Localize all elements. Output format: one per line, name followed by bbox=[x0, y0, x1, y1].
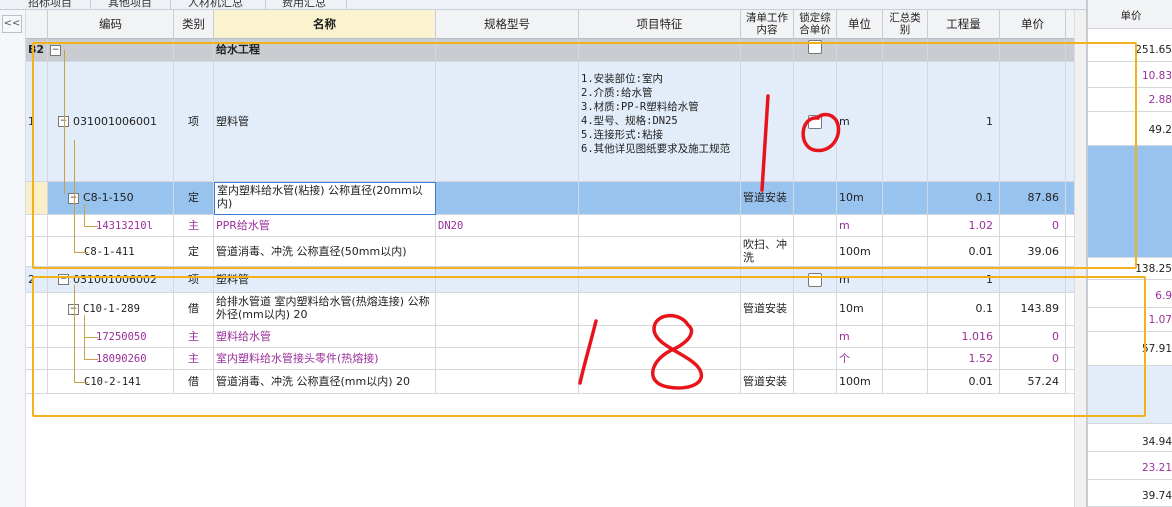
right-panel-value: 39.74 bbox=[1088, 484, 1172, 507]
tab-bidding-project[interactable]: 招标项目 bbox=[28, 0, 72, 9]
annotation-box-upper bbox=[32, 42, 1137, 269]
right-panel-value: 34.94 bbox=[1088, 430, 1172, 452]
tab-strip: 招标项目 其他项目 人材机汇总 费用汇总 bbox=[0, 0, 1090, 10]
handwritten-number-18 bbox=[578, 314, 703, 390]
header-feature[interactable]: 项目特征 bbox=[579, 10, 741, 39]
header-unit[interactable]: 单位 bbox=[837, 10, 883, 39]
header-name[interactable]: 名称 bbox=[214, 10, 436, 39]
tab-separator bbox=[170, 0, 171, 9]
right-panel-header: 单价 bbox=[1088, 0, 1172, 29]
header-work-content[interactable]: 清单工作内容 bbox=[741, 10, 794, 39]
header-lock-price[interactable]: 锁定综合单价 bbox=[794, 10, 837, 39]
tab-resource-summary[interactable]: 人材机汇总 bbox=[188, 0, 243, 9]
header-category[interactable]: 类别 bbox=[174, 10, 214, 39]
tab-fee-summary[interactable]: 费用汇总 bbox=[282, 0, 326, 9]
header-spec[interactable]: 规格型号 bbox=[436, 10, 579, 39]
header-summary-category[interactable]: 汇总类别 bbox=[883, 10, 928, 39]
right-panel-value: 23.21 bbox=[1088, 458, 1172, 480]
header-quantity[interactable]: 工程量 bbox=[928, 10, 1000, 39]
tab-separator bbox=[346, 0, 347, 9]
left-gutter bbox=[0, 10, 26, 507]
header-seq bbox=[26, 10, 48, 39]
tab-other-projects[interactable]: 其他项目 bbox=[108, 0, 152, 9]
handwritten-number-10 bbox=[760, 94, 841, 192]
tab-separator bbox=[265, 0, 266, 9]
header-unit-price[interactable]: 单价 bbox=[1000, 10, 1066, 39]
tab-separator bbox=[90, 0, 91, 9]
collapse-panel-icon[interactable]: << bbox=[2, 15, 22, 33]
header-code[interactable]: 编码 bbox=[48, 10, 174, 39]
